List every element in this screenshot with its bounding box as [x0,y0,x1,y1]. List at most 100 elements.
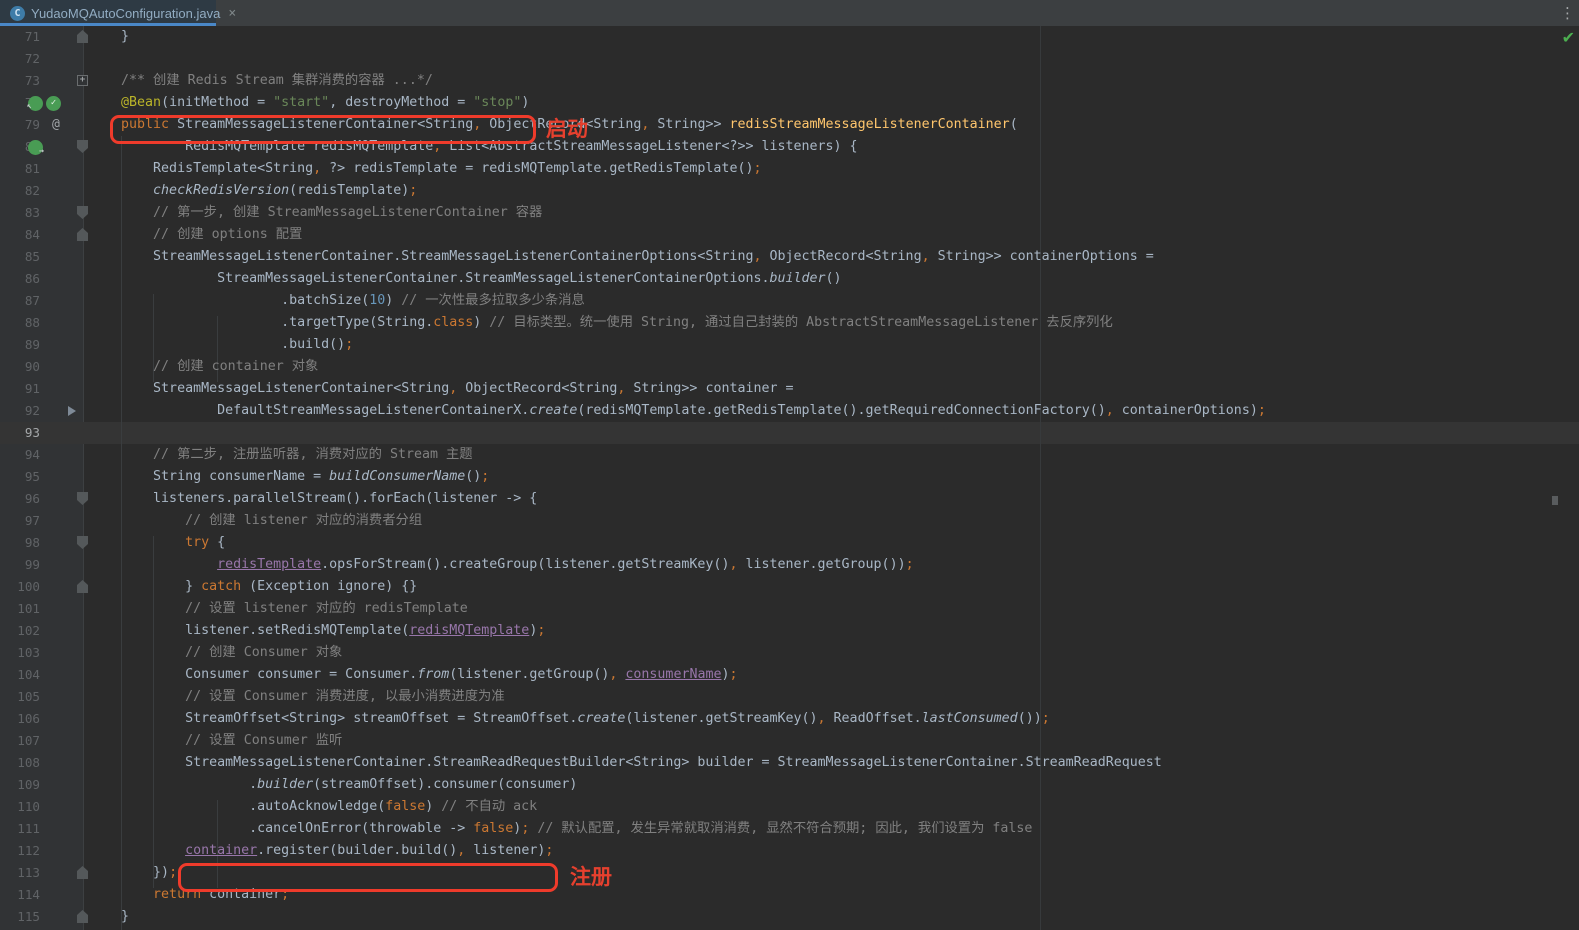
line-number[interactable]: 99 [0,554,40,576]
code-text: }); [89,862,177,884]
line-number[interactable]: 102 [0,620,40,642]
line-number[interactable]: 83 [0,202,40,224]
code-line[interactable]: 103 // 创建 Consumer 对象 [0,642,1579,664]
scrollbar-mark[interactable] [1552,496,1558,505]
line-number[interactable]: 92 [0,400,40,422]
code-line[interactable]: 87 .batchSize(10) // 一次性最多拉取多少条消息 [0,290,1579,312]
line-number[interactable]: 88 [0,312,40,334]
code-line[interactable]: 115 } [0,906,1579,928]
line-number[interactable]: 112 [0,840,40,862]
line-number[interactable]: 93 [0,422,40,444]
line-number[interactable]: 96 [0,488,40,510]
code-line[interactable]: 86 StreamMessageListenerContainer.Stream… [0,268,1579,290]
line-number[interactable]: 86 [0,268,40,290]
line-number[interactable]: 89 [0,334,40,356]
code-line[interactable]: 91 StreamMessageListenerContainer<String… [0,378,1579,400]
tab-options-kebab-icon[interactable]: ⋮ [1560,3,1575,23]
tab-close-icon[interactable]: × [228,7,236,20]
code-line[interactable]: 78✓ @Bean(initMethod = "start", destroyM… [0,92,1579,114]
code-line[interactable]: 98 try { [0,532,1579,554]
code-line[interactable]: 111 .cancelOnError(throwable -> false); … [0,818,1579,840]
code-line[interactable]: 105 // 设置 Consumer 消费进度, 以最小消费进度为准 [0,686,1579,708]
code-line[interactable]: 82 checkRedisVersion(redisTemplate); [0,180,1579,202]
code-line[interactable]: 88 .targetType(String.class) // 目标类型。统一使… [0,312,1579,334]
code-line[interactable]: 84 // 创建 options 配置 [0,224,1579,246]
code-line[interactable]: 96 listeners.parallelStream().forEach(li… [0,488,1579,510]
code-line[interactable]: 94 // 第二步, 注册监听器, 消费对应的 Stream 主题 [0,444,1579,466]
java-class-icon: C [10,6,25,21]
annotation-gutter-icon[interactable]: @ [52,114,60,136]
line-number[interactable]: 114 [0,884,40,906]
code-line[interactable]: 95 String consumerName = buildConsumerNa… [0,466,1579,488]
code-line[interactable]: 112 container.register(builder.build(), … [0,840,1579,862]
code-line[interactable]: 81 RedisTemplate<String, ?> redisTemplat… [0,158,1579,180]
fold-marker-icon[interactable] [77,228,88,241]
line-number[interactable]: 85 [0,246,40,268]
callout-label-2: 注册 [570,864,612,892]
code-line[interactable]: 73+ /** 创建 Redis Stream 集群消费的容器 ...*/ [0,70,1579,92]
line-number[interactable]: 73 [0,70,40,92]
line-number[interactable]: 110 [0,796,40,818]
line-number[interactable]: 109 [0,774,40,796]
line-number[interactable]: 94 [0,444,40,466]
line-number[interactable]: 103 [0,642,40,664]
inspections-ok-icon[interactable]: ✔ [1562,30,1575,46]
line-number[interactable]: 87 [0,290,40,312]
line-number[interactable]: 81 [0,158,40,180]
line-number[interactable]: 84 [0,224,40,246]
code-line[interactable]: 83 // 第一步, 创建 StreamMessageListenerConta… [0,202,1579,224]
line-number[interactable]: 107 [0,730,40,752]
code-line[interactable]: 89 .build(); [0,334,1579,356]
fold-expand-icon[interactable]: + [77,75,88,86]
code-line[interactable]: 71 } [0,26,1579,48]
spring-bean-navigate-icon[interactable] [28,96,43,111]
spring-bean-dependencies-icon[interactable] [28,140,43,155]
code-line[interactable]: 109 .builder(streamOffset).consumer(cons… [0,774,1579,796]
code-line[interactable]: 107 // 设置 Consumer 监听 [0,730,1579,752]
code-line[interactable]: 90 // 创建 container 对象 [0,356,1579,378]
line-number[interactable]: 82 [0,180,40,202]
code-line[interactable]: 72 [0,48,1579,70]
code-text: DefaultStreamMessageListenerContainerX.c… [89,400,1266,422]
line-number[interactable]: 101 [0,598,40,620]
code-text: .builder(streamOffset).consumer(consumer… [89,774,577,796]
code-editor[interactable]: 71 }7273+ /** 创建 Redis Stream 集群消费的容器 ..… [0,26,1579,930]
fold-marker-icon[interactable] [77,536,88,549]
code-line[interactable]: 100 } catch (Exception ignore) {} [0,576,1579,598]
code-line[interactable]: 101 // 设置 listener 对应的 redisTemplate [0,598,1579,620]
fold-marker-icon[interactable] [77,206,88,219]
spring-bean-ok-icon[interactable]: ✓ [46,96,61,111]
line-number[interactable]: 111 [0,818,40,840]
code-line[interactable]: 102 listener.setRedisMQTemplate(redisMQT… [0,620,1579,642]
code-line[interactable]: 92 DefaultStreamMessageListenerContainer… [0,400,1579,422]
code-line[interactable]: 110 .autoAcknowledge(false) // 不自动 ack [0,796,1579,818]
code-line[interactable]: 108 StreamMessageListenerContainer.Strea… [0,752,1579,774]
line-number[interactable]: 108 [0,752,40,774]
line-number[interactable]: 100 [0,576,40,598]
line-number[interactable]: 105 [0,686,40,708]
fold-marker-icon[interactable] [77,492,88,505]
line-number[interactable]: 91 [0,378,40,400]
line-number[interactable]: 72 [0,48,40,70]
line-number[interactable]: 95 [0,466,40,488]
code-text: StreamOffset<String> streamOffset = Stre… [89,708,1050,730]
line-number[interactable]: 113 [0,862,40,884]
code-line[interactable]: 85 StreamMessageListenerContainer.Stream… [0,246,1579,268]
fold-marker-icon[interactable] [77,910,88,923]
fold-marker-icon[interactable] [77,866,88,879]
code-line[interactable]: 106 StreamOffset<String> streamOffset = … [0,708,1579,730]
code-line[interactable]: 104 Consumer consumer = Consumer.from(li… [0,664,1579,686]
code-line[interactable]: 99 redisTemplate.opsForStream().createGr… [0,554,1579,576]
fold-marker-icon[interactable] [77,30,88,43]
line-number[interactable]: 71 [0,26,40,48]
fold-marker-icon[interactable] [77,580,88,593]
fold-marker-icon[interactable] [77,140,88,153]
line-number[interactable]: 97 [0,510,40,532]
line-number[interactable]: 98 [0,532,40,554]
code-line[interactable]: 93 [0,422,1579,444]
line-number[interactable]: 106 [0,708,40,730]
line-number[interactable]: 104 [0,664,40,686]
line-number[interactable]: 90 [0,356,40,378]
code-line[interactable]: 97 // 创建 listener 对应的消费者分组 [0,510,1579,532]
line-number[interactable]: 115 [0,906,40,928]
